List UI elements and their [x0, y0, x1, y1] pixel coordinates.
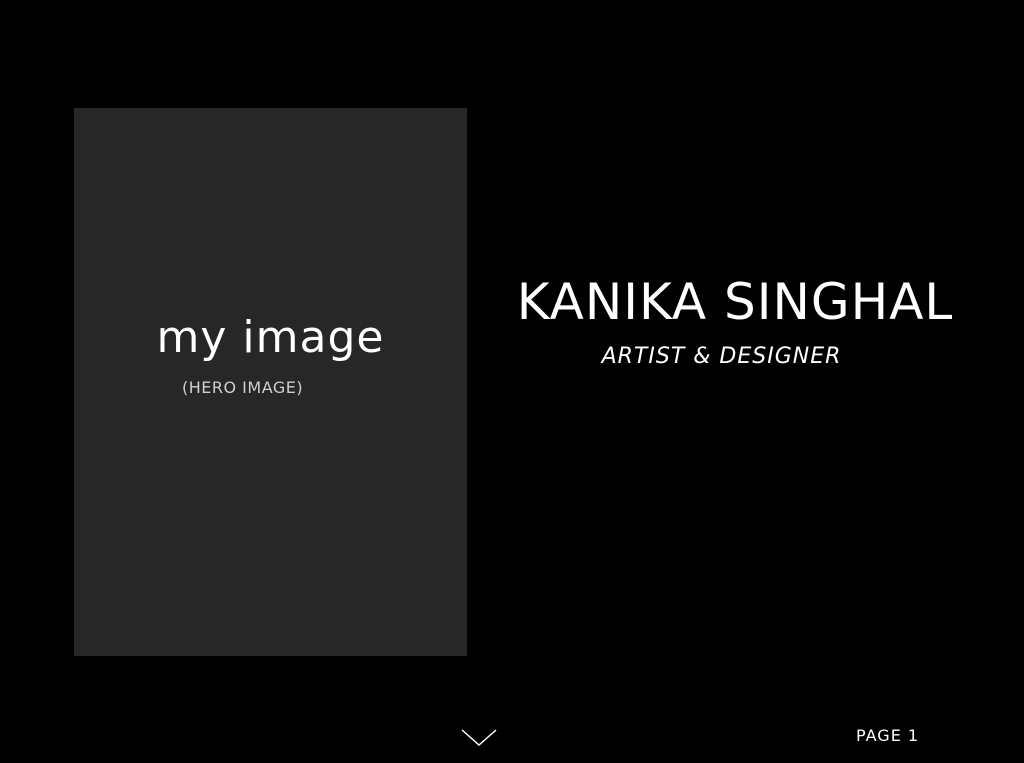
page-indicator: PAGE 1 — [856, 726, 920, 745]
hero-image-placeholder: my image (HERO IMAGE) — [74, 108, 467, 656]
artist-name: KANIKA SINGHAL — [516, 273, 954, 331]
hero-image-caption: (HERO IMAGE) — [182, 378, 304, 397]
artist-tagline: ARTIST & DESIGNER — [601, 344, 842, 369]
chevron-down-icon — [461, 729, 497, 747]
scroll-down-button[interactable] — [460, 726, 498, 748]
hero-image-title: my image — [156, 312, 385, 363]
